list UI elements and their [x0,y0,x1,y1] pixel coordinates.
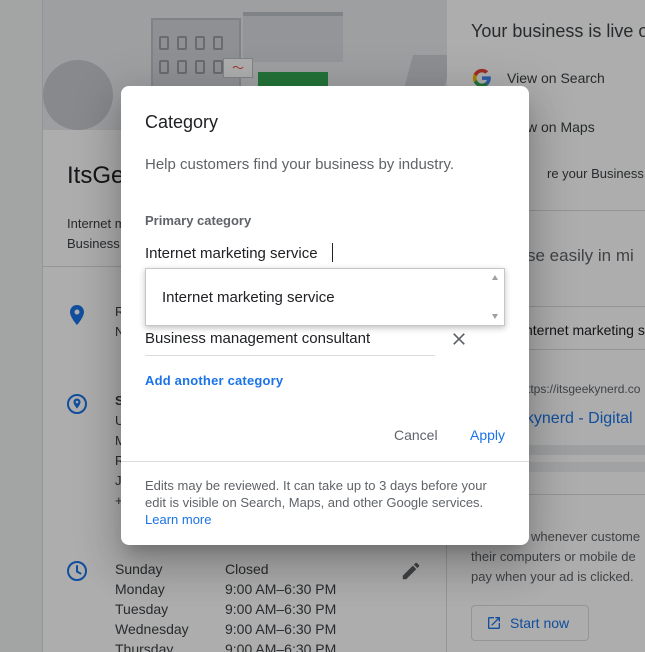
remove-category-close-icon[interactable] [449,329,469,349]
footer-text: Edits may be reviewed. It can take up to… [145,478,487,510]
dialog-title: Category [145,112,219,132]
dropdown-scrollbar[interactable] [488,269,504,325]
scroll-up-arrow-icon[interactable] [492,275,498,280]
secondary-category-field[interactable]: Business management consultant [145,324,435,356]
primary-category-label: Primary category [145,213,252,228]
scroll-down-arrow-icon[interactable] [492,314,498,319]
apply-button[interactable]: Apply [470,427,505,443]
add-another-category-link[interactable]: Add another category [145,373,283,388]
learn-more-link[interactable]: Learn more [145,512,211,527]
dialog-footer-note: Edits may be reviewed. It can take up to… [145,477,495,528]
dialog-divider [121,461,529,462]
dialog-description: Help customers find your business by ind… [145,156,455,173]
text-caret [332,243,333,262]
suggestion-option[interactable]: Internet marketing service [162,289,335,306]
primary-category-input[interactable] [145,241,435,265]
category-suggestions-dropdown: Internet marketing service [145,268,505,326]
cancel-button[interactable]: Cancel [394,427,438,443]
